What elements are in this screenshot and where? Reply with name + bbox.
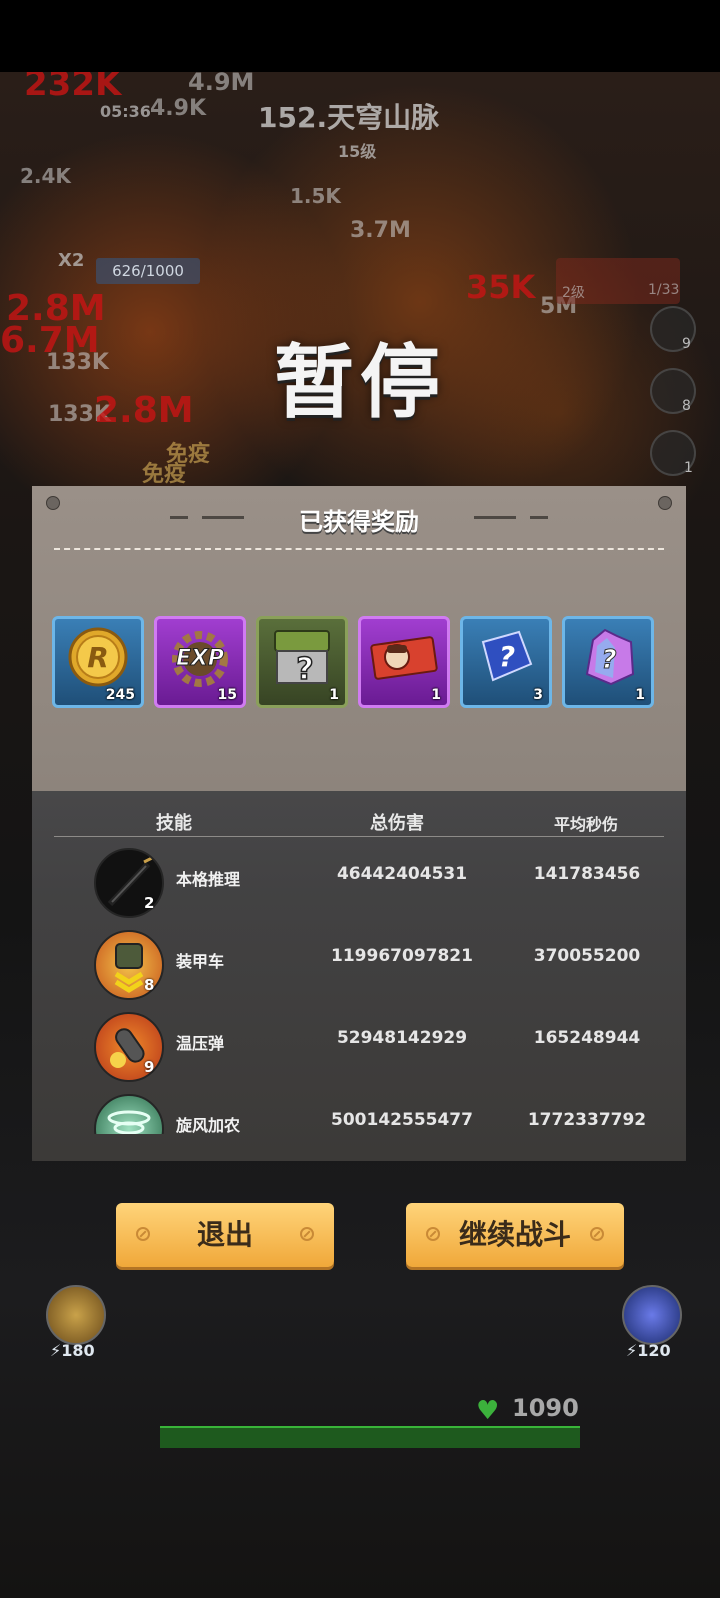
skill-level: 9 (144, 1058, 155, 1076)
skill-avg-dps: 165248944 (533, 1028, 641, 1048)
bolt-icon (300, 1227, 314, 1241)
skill-avg-dps: 370055200 (533, 946, 641, 966)
reward-gold-coin[interactable]: R 245 (52, 616, 144, 708)
reward-mystery-crystal[interactable]: ? 1 (562, 616, 654, 708)
ticket-icon (367, 629, 441, 689)
bolt-icon (590, 1227, 604, 1241)
svg-text:EXP: EXP (176, 646, 224, 671)
weapon-level: 2级 (562, 285, 585, 301)
exp-bar: 626/1000 (96, 258, 200, 284)
skill-total-damage: 46442404531 (336, 864, 468, 884)
player-level: 15级 (338, 142, 377, 161)
hp-value: 1090 (512, 1394, 579, 1422)
svg-text:R: R (87, 641, 109, 674)
damage-number: 35K (466, 268, 536, 306)
reward-quantity: 3 (533, 687, 543, 703)
header-avg-dps: 平均秒伤 (554, 815, 619, 834)
whirlwind-cannon-skill-icon (94, 1094, 164, 1134)
battle-timer: 05:36 (100, 102, 151, 121)
reward-mystery-chest[interactable]: ? 1 (256, 616, 348, 708)
skill-total-damage: 52948142929 (336, 1028, 468, 1048)
table-row: 旋风加农 500142555477 1772337792 (32, 1094, 686, 1134)
left-ability-icon[interactable] (46, 1285, 106, 1345)
mystery-chest-icon: ? (269, 625, 335, 693)
right-ability-icon[interactable] (622, 1285, 682, 1345)
weapon-ammo: 1/33 (648, 282, 680, 298)
damage-number: 4.9K (150, 96, 207, 121)
hp-bar (160, 1426, 580, 1448)
skill-avg-dps: 1772337792 (527, 1110, 647, 1130)
mystery-cube-icon: ? (473, 624, 539, 694)
header-total-damage: 总伤害 (370, 813, 424, 834)
pause-title: 暂停 (274, 336, 446, 429)
table-row: 2 本格推理 46442404531 141783456 (32, 848, 686, 928)
exp-gear-icon: EXP (162, 627, 238, 691)
multiplier-label: X2 (58, 250, 85, 271)
svg-text:?: ? (499, 640, 515, 673)
stage-name: 152.天穹山脉 (258, 101, 440, 134)
skill-total-damage: 500142555477 (331, 1110, 473, 1130)
mystery-crystal-icon: ? (575, 622, 641, 696)
dotted-divider (54, 548, 664, 550)
continue-button-label: 继续战斗 (458, 1218, 571, 1251)
reward-quantity: 15 (217, 687, 237, 703)
immune-text: 免疫 (142, 462, 187, 487)
skill-avg-dps: 141783456 (533, 864, 641, 884)
reward-quantity: 1 (635, 687, 645, 703)
skill-level: 8 (144, 976, 155, 994)
skill-level: 2 (144, 894, 155, 912)
rewards-title: 已获得奖励 (299, 508, 419, 536)
rewards-panel: 已获得奖励 R 245 EXP 15 ? 1 1 ? 3 ? 1 技能 总伤害 … (32, 486, 686, 1161)
status-bar (0, 0, 720, 72)
reward-exp[interactable]: EXP 15 (154, 616, 246, 708)
bolt-icon (426, 1227, 440, 1241)
table-row: 9 温压弹 52948142929 165248944 (32, 1012, 686, 1092)
left-ability-cost: ⚡180 (50, 1341, 95, 1360)
damage-number: 232K (24, 72, 122, 104)
reward-quantity: 1 (329, 687, 339, 703)
skill-name: 温压弹 (176, 1034, 225, 1053)
reward-ticket[interactable]: 1 (358, 616, 450, 708)
skill-name: 本格推理 (176, 870, 241, 889)
svg-text:?: ? (601, 645, 616, 675)
damage-number: 2.4K (20, 164, 71, 188)
damage-number: 1.5K (290, 184, 341, 208)
heart-icon: ♥ (476, 1396, 500, 1426)
side-skill-count: 1 (684, 460, 693, 476)
reward-mystery-cube[interactable]: ? 3 (460, 616, 552, 708)
table-divider (54, 836, 664, 837)
continue-battle-button[interactable]: 继续战斗 (406, 1203, 624, 1267)
header-skill: 技能 (156, 813, 192, 834)
exit-button-label: 退出 (196, 1218, 253, 1251)
damage-number: 3.7M (350, 218, 411, 243)
damage-number: 4.9M (188, 72, 255, 96)
reward-quantity: 245 (105, 687, 135, 703)
table-row: 8 装甲车 119967097821 370055200 (32, 930, 686, 1010)
exit-button[interactable]: 退出 (116, 1203, 334, 1267)
svg-text:?: ? (296, 652, 313, 687)
weapon-slot: 2级 1/33 (556, 258, 680, 304)
skill-total-damage: 119967097821 (331, 946, 473, 966)
skill-name: 旋风加农 (176, 1116, 241, 1134)
bolt-icon (136, 1227, 150, 1241)
skill-name: 装甲车 (176, 952, 225, 971)
right-ability-cost: ⚡120 (626, 1341, 671, 1360)
reward-quantity: 1 (431, 687, 441, 703)
gold-coin-icon: R (66, 625, 130, 693)
